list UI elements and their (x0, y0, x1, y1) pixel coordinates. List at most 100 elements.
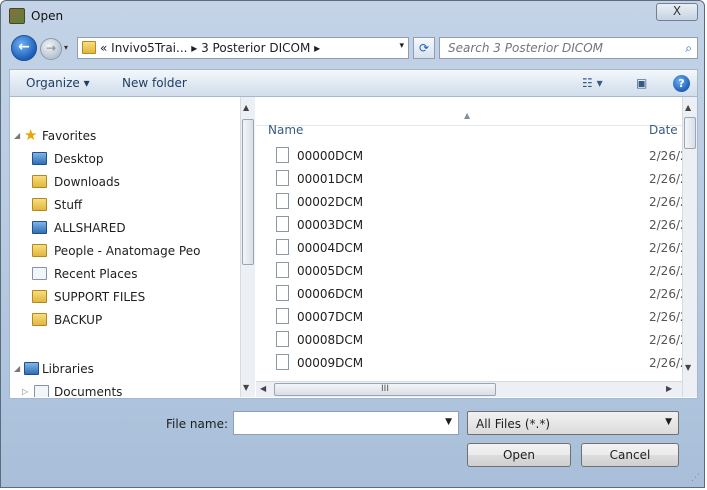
file-name: 00002DCM (297, 195, 364, 209)
open-dialog: Open X ← → ▾ « Invivo5Trai... ▸ 3 Poster… (0, 0, 705, 488)
collapse-triangle-icon[interactable]: ◢ (14, 131, 20, 140)
file-name: 00000DCM (297, 149, 364, 163)
sidebar-item-label: Recent Places (54, 267, 138, 281)
file-name-label: File name: (166, 417, 228, 431)
file-date: 2/26/2 (649, 149, 682, 163)
close-button[interactable]: X (656, 3, 698, 21)
search-box[interactable]: ⌕ (439, 37, 698, 59)
scroll-thumb[interactable] (242, 119, 254, 265)
folder-icon (32, 244, 47, 257)
file-name-dropdown-icon[interactable]: ▼ (445, 417, 452, 427)
table-row[interactable]: 00004DCM 2/26/2 (256, 236, 682, 259)
file-name: 00001DCM (297, 172, 364, 186)
libraries-icon (24, 362, 39, 375)
file-icon (276, 308, 289, 324)
content-area: ◢ ★ Favorites Desktop Downloads Stuff AL… (9, 97, 698, 399)
file-icon (276, 262, 289, 278)
file-date: 2/26/2 (649, 310, 682, 324)
downloads-folder-icon (32, 175, 47, 188)
file-date: 2/26/2 (649, 356, 682, 370)
scroll-up-arrow-icon[interactable]: ▲ (685, 103, 691, 112)
scroll-thumb[interactable] (684, 117, 696, 149)
sidebar-item-label: Desktop (54, 152, 104, 166)
file-name: 00003DCM (297, 218, 364, 232)
file-icon (276, 147, 289, 163)
breadcrumb[interactable]: « Invivo5Trai... ▸ 3 Posterior DICOM ▸ (100, 41, 320, 55)
file-icon (276, 170, 289, 186)
star-icon: ★ (24, 126, 38, 144)
file-name: 00008DCM (297, 333, 364, 347)
scroll-down-arrow-icon[interactable]: ▼ (685, 363, 691, 372)
sidebar-item-label: Favorites (42, 129, 97, 143)
file-list: ▲ Name Date m 00000DCM2/26/2 00001DCM2/2… (256, 97, 697, 397)
sidebar-item-label: ALLSHARED (54, 221, 126, 235)
search-icon[interactable]: ⌕ (685, 41, 692, 56)
address-bar[interactable]: « Invivo5Trai... ▸ 3 Posterior DICOM ▸ ▾ (77, 37, 409, 59)
file-icon (276, 239, 289, 255)
cancel-button[interactable]: Cancel (581, 443, 679, 467)
title-bar[interactable]: Open X (1, 1, 704, 31)
file-type-value: All Files (*.*) (476, 417, 551, 431)
file-list-scrollbar[interactable]: ▲ ▼ (682, 97, 697, 397)
file-date: 2/26/2 (649, 264, 682, 278)
sidebar-item-label: Downloads (54, 175, 120, 189)
table-row[interactable]: 00001DCM 2/26/2 (256, 167, 682, 190)
file-date: 2/26/2 (649, 333, 682, 347)
app-icon (9, 8, 25, 24)
network-drive-icon (32, 221, 47, 234)
sidebar-item-label: BACKUP (54, 313, 103, 327)
new-folder-button[interactable]: New folder (122, 76, 187, 90)
desktop-icon (32, 152, 47, 165)
scroll-right-arrow-icon[interactable]: ▶ (666, 384, 672, 393)
search-input[interactable] (440, 38, 684, 58)
preview-pane-icon[interactable]: ▣ (636, 76, 647, 90)
sidebar-item-label: Stuff (54, 198, 83, 212)
collapse-triangle-icon[interactable]: ◢ (14, 364, 20, 373)
table-row[interactable]: 00002DCM 2/26/2 (256, 190, 682, 213)
table-row[interactable]: 00006DCM 2/26/2 (256, 282, 682, 305)
sidebar-item-label: SUPPORT FILES (54, 290, 146, 304)
table-row[interactable]: 00003DCM 2/26/2 (256, 213, 682, 236)
refresh-icon[interactable]: ⟳ (413, 37, 435, 59)
file-icon (276, 216, 289, 232)
horizontal-scrollbar[interactable]: ◀ III ▶ (256, 381, 682, 397)
table-row[interactable]: 00000DCM 2/26/2 (256, 144, 682, 167)
documents-icon (34, 385, 49, 397)
forward-arrow-icon[interactable]: → (40, 38, 62, 60)
sidebar-item-label: Libraries (42, 362, 94, 376)
scroll-thumb[interactable]: III (274, 383, 496, 396)
expand-triangle-icon[interactable]: ▷ (22, 387, 28, 396)
table-row[interactable]: 00007DCM 2/26/2 (256, 305, 682, 328)
resize-grip-icon[interactable]: ⋰ (691, 473, 700, 483)
file-name: 00004DCM (297, 241, 364, 255)
file-date: 2/26/2 (649, 218, 682, 232)
organize-button[interactable]: Organize ▾ (26, 76, 90, 90)
navigation-scrollbar[interactable]: ▲ ▼ (240, 97, 255, 397)
file-icon (276, 193, 289, 209)
scroll-left-arrow-icon[interactable]: ◀ (260, 384, 266, 393)
table-row[interactable]: 00009DCM 2/26/2 (256, 351, 682, 374)
folder-icon (32, 313, 47, 326)
back-arrow-icon[interactable]: ← (11, 35, 37, 61)
file-name: 00006DCM (297, 287, 364, 301)
scroll-down-arrow-icon[interactable]: ▼ (243, 383, 249, 392)
view-options-icon[interactable]: ☷ ▾ (582, 76, 603, 90)
open-button[interactable]: Open (467, 443, 571, 467)
address-dropdown-icon[interactable]: ▾ (399, 41, 404, 51)
file-icon (276, 331, 289, 347)
window-title: Open (31, 9, 64, 23)
file-date: 2/26/2 (649, 195, 682, 209)
file-type-select[interactable]: All Files (*.*) ▼ (467, 411, 679, 435)
file-name: 00009DCM (297, 356, 364, 370)
sidebar-item-label: People - Anatomage Peo (54, 244, 201, 258)
recent-locations-chevron-icon[interactable]: ▾ (64, 43, 74, 53)
scroll-up-arrow-icon[interactable]: ▲ (243, 103, 249, 112)
file-name-combobox[interactable]: ▼ (233, 411, 459, 435)
table-row[interactable]: 00005DCM 2/26/2 (256, 259, 682, 282)
sort-ascending-icon: ▲ (464, 111, 471, 120)
sidebar-item-label: Documents (54, 385, 123, 397)
help-icon[interactable]: ? (673, 75, 690, 92)
file-type-dropdown-icon[interactable]: ▼ (665, 417, 672, 427)
column-header-name[interactable]: Name (268, 123, 303, 137)
table-row[interactable]: 00008DCM 2/26/2 (256, 328, 682, 351)
